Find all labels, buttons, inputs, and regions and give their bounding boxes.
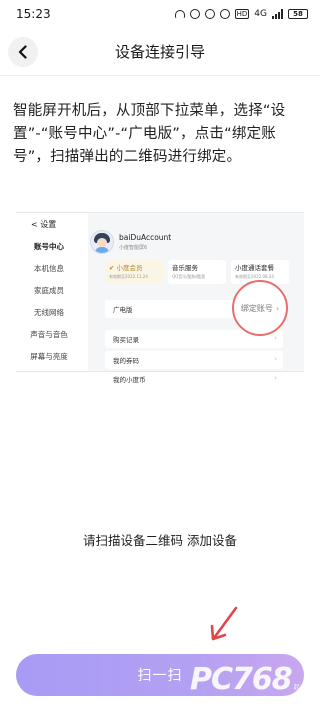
chevron-right-icon: › <box>274 374 277 382</box>
illustration-device-name: 小度智能屏6 <box>119 245 148 251</box>
illustration-sidebar-item: 账号中心 <box>34 241 64 251</box>
illustration-sidebar: < 设置 账号中心 本机信息 家庭成员 无线网络 声音与音色 屏幕与亮度 <box>16 213 82 371</box>
illustration-sidebar-item: 家庭成员 <box>34 285 64 295</box>
watermark-logo: PC768 起点 软件园 <box>190 662 312 699</box>
illustration-row-coupons: 我的券码 › <box>105 351 283 369</box>
chevron-left-icon <box>18 45 27 59</box>
illustration-sidebar-item: 本机信息 <box>34 263 64 273</box>
signal-icon <box>272 9 283 19</box>
illustration-sidebar-item: 屏幕与亮度 <box>30 351 68 361</box>
illustration-account-name: baiDuAccount <box>119 233 172 242</box>
illustration-sidebar-item: 无线网络 <box>34 307 64 317</box>
arrow-icon <box>210 606 238 641</box>
illustration-card-music: 音乐服务 QQ音乐/酷狗/酷我 <box>168 260 226 284</box>
nav-bar: 设备连接引导 <box>0 28 320 76</box>
illustration-back-label: < 设置 <box>31 219 57 229</box>
status-time: 15:23 <box>16 7 51 21</box>
alarm-icon <box>189 9 200 19</box>
chevron-right-icon: › <box>275 303 280 313</box>
instruction-text: 智能屏开机后，从顶部下拉菜单，选择“设置”-“账号中心”-“广电版”，点击“绑定… <box>13 103 286 165</box>
headphones-icon <box>174 10 185 18</box>
status-bar: 15:23 HD 4G 58 <box>0 0 320 28</box>
illustration-card-vip: ✔ 小度会员 有效期至2022.11.24 <box>105 260 163 284</box>
hd-badge: HD <box>234 9 250 19</box>
illustration-sidebar-item: 声音与音色 <box>30 329 68 339</box>
back-button[interactable] <box>8 37 38 67</box>
scan-button-label: 扫一扫 <box>137 668 183 684</box>
avatar-icon <box>90 230 114 254</box>
bind-account-highlight: 绑定账号 › <box>232 280 288 336</box>
scan-hint: 请扫描设备二维码 添加设备 <box>83 533 237 548</box>
chevron-right-icon: › <box>274 355 277 363</box>
wifi-icon <box>219 9 230 19</box>
battery-icon: 58 <box>288 9 308 19</box>
network-type: 4G <box>254 9 267 19</box>
status-icons: HD 4G 58 <box>174 9 308 19</box>
timer-icon <box>204 9 215 19</box>
illustration-row-coins: 我的小度币 › <box>105 372 283 386</box>
chevron-right-icon: › <box>274 334 277 342</box>
page-title: 设备连接引导 <box>114 43 205 61</box>
